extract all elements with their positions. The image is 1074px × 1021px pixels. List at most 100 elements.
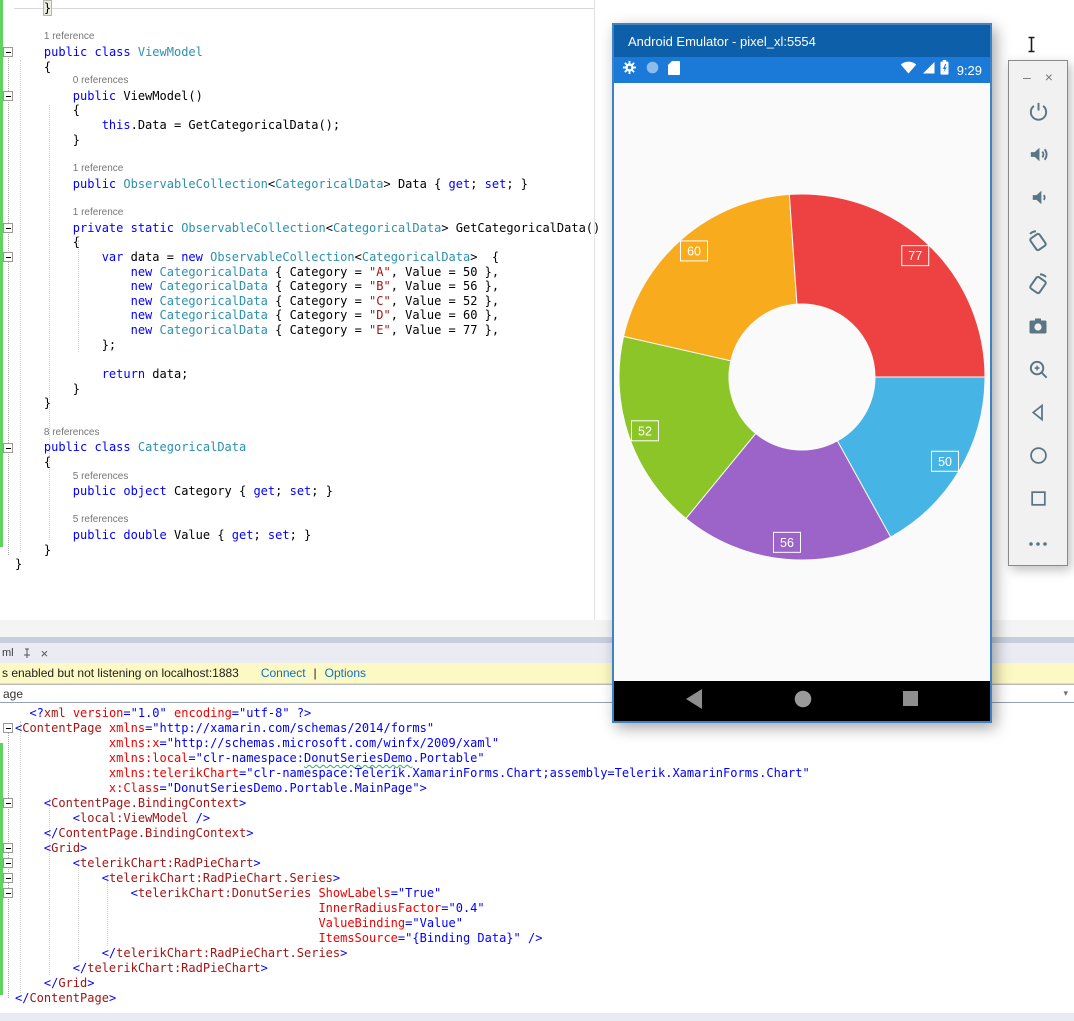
code-line: ValueBinding="Value" [318,916,463,930]
fold-marker[interactable] [3,222,13,233]
overview-icon[interactable] [903,691,918,711]
code-line: <telerikChart:RadPieChart> [72,856,261,870]
emulator-screen[interactable]: 50 56 52 60 77 [614,83,990,681]
code-line: } [15,132,81,147]
fold-marker[interactable] [3,723,13,733]
overview-icon [1029,489,1048,513]
home-icon[interactable] [794,690,812,713]
codelens-indicator[interactable]: 8 references [15,426,600,441]
code-line: public double Value { get; set; } [72,528,312,543]
more-icon [1027,535,1049,553]
code-line: } [15,396,52,411]
emulator-title-bar[interactable]: Android Emulator - pixel_xl:5554 [614,25,990,57]
status-bar-clock: 9:29 [956,62,982,78]
svg-text:52: 52 [638,424,652,438]
code-line: <telerikChart:RadPieChart.Series> [101,871,341,885]
code-line: return data; [101,367,189,382]
code-line: } [42,0,53,16]
code-line: </telerikChart:RadPieChart.Series> [101,946,348,960]
fold-marker[interactable] [3,798,13,808]
rotate-right-icon [1026,272,1050,301]
link-separator: | [313,666,317,680]
code-line: public ObservableCollection<CategoricalD… [72,176,529,191]
change-tracking-bar [0,0,3,547]
fold-marker[interactable] [3,873,13,883]
donut-slice-D[interactable] [622,193,798,362]
code-line: new CategoricalData { Category = "E", Va… [130,323,500,338]
signal-icon [922,61,935,79]
fold-marker[interactable] [3,442,13,453]
code-line: new CategoricalData { Category = "D", Va… [130,308,500,323]
dropdown-arrow-icon[interactable]: ▾ [1063,688,1068,699]
info-bar-message: s enabled but not listening on localhost… [2,666,239,680]
fold-marker[interactable] [3,858,13,868]
volume-up-button[interactable] [1009,136,1067,179]
svg-text:77: 77 [908,249,922,263]
code-line: </telerikChart:RadPieChart> [72,961,268,975]
svg-text:60: 60 [687,244,701,258]
donut-slice-E[interactable] [788,193,986,378]
zoom-icon [1027,358,1050,386]
codelens-indicator[interactable]: 1 reference [15,162,600,177]
codelens-indicator[interactable]: 5 references [15,470,600,485]
code-line: </ContentPage.BindingContext> [43,826,254,840]
pin-icon[interactable] [22,648,32,659]
wifi-icon [900,61,917,79]
code-line: new CategoricalData { Category = "A", Va… [130,264,500,279]
minimize-icon[interactable]: – [1023,69,1031,85]
code-line: { [15,235,81,250]
back-button[interactable] [1009,393,1067,436]
code-line: public class CategoricalData [43,440,247,455]
xaml-editor[interactable]: <?xml version="1.0" encoding="utf-8" ?> <… [0,703,1074,1013]
fold-marker[interactable] [3,90,13,101]
code-line: public ViewModel() [72,88,203,103]
rotate-right-button[interactable] [1009,265,1067,308]
mouse-cursor-ibeam [1026,36,1037,58]
code-line: var data = new ObservableCollection<Cate… [101,249,500,264]
volume-down-button[interactable] [1009,179,1067,222]
fold-marker[interactable] [3,843,13,853]
code-line: <local:ViewModel /> [72,811,211,825]
fold-marker[interactable] [3,888,13,898]
fold-marker[interactable] [3,46,13,57]
emulator-title: Android Emulator - pixel_xl:5554 [628,33,816,49]
codelens-indicator[interactable]: 1 reference [15,30,600,45]
codelens-indicator[interactable]: 5 references [15,513,600,528]
more-button[interactable] [1009,522,1067,565]
tab-close-icon[interactable]: × [41,647,49,660]
code-line: x:Class="DonutSeriesDemo.Portable.MainPa… [108,781,427,795]
connect-link[interactable]: Connect [261,666,306,680]
code-line: public object Category { get; set; } [72,484,333,499]
code-line: }; [15,337,117,352]
power-button[interactable] [1009,93,1067,136]
rotate-left-button[interactable] [1009,222,1067,265]
code-line: ItemsSource="{Binding Data}" /> [318,931,543,945]
zoom-button[interactable] [1009,350,1067,393]
code-line: } [15,381,81,396]
gear-icon [622,60,637,80]
back-icon [1028,402,1049,428]
code-line: } [15,557,23,572]
fold-marker[interactable] [3,252,13,263]
options-link[interactable]: Options [325,666,366,680]
horizontal-scrollbar[interactable] [0,1013,1074,1021]
csharp-code: } 1 reference public class ViewModel {0 r… [15,0,600,572]
codelens-indicator[interactable]: 1 reference [15,206,600,221]
codelens-indicator[interactable]: 0 references [15,74,600,89]
android-nav-bar [614,681,990,721]
home-button[interactable] [1009,436,1067,479]
donut-chart[interactable]: 50 56 52 60 77 [614,83,990,681]
code-line: <Grid> [43,841,88,855]
camera-button[interactable] [1009,308,1067,351]
document-tab[interactable]: ml [2,647,14,659]
back-icon[interactable] [686,688,703,714]
dropdown-value: age [3,686,24,701]
close-icon[interactable]: × [1045,69,1053,85]
power-icon [1027,100,1050,128]
code-line: public class ViewModel [43,44,203,59]
volume-down-icon [1027,186,1050,214]
overview-button[interactable] [1009,479,1067,522]
circle-icon [646,61,659,79]
